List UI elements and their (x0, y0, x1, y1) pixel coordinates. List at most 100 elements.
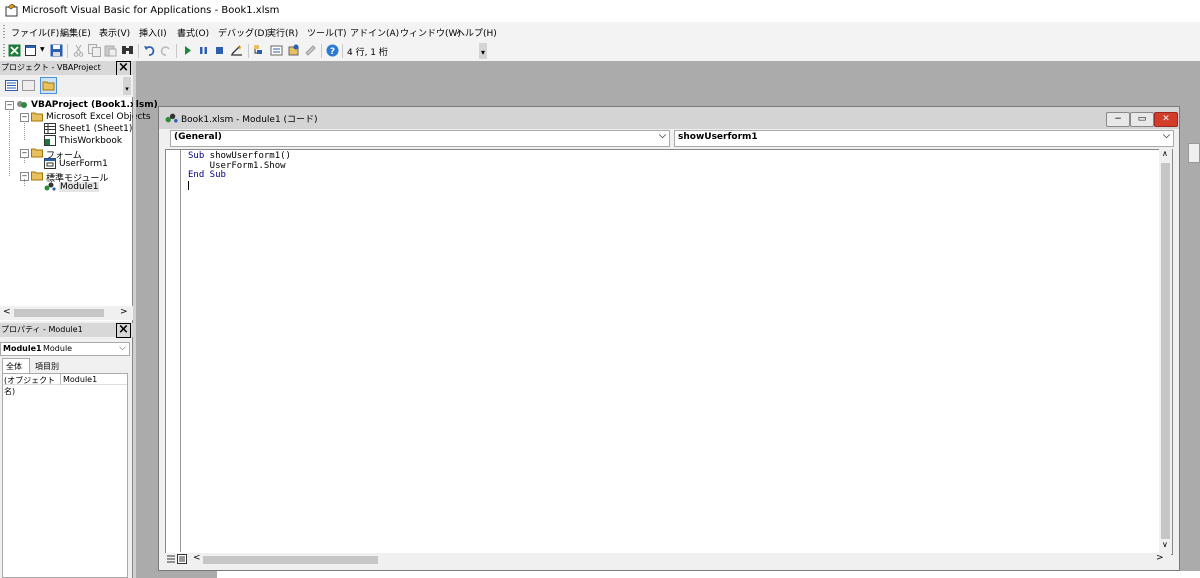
close-button[interactable]: ✕ (1154, 112, 1178, 127)
menu-addins[interactable]: アドイン(A) (350, 26, 399, 39)
help-icon[interactable]: ? (326, 44, 339, 57)
tree-connector (24, 121, 25, 140)
tab-category[interactable]: 項目別 (32, 360, 66, 373)
design-mode-icon[interactable] (230, 44, 243, 57)
userform-icon (44, 158, 56, 169)
close-icon[interactable]: × (116, 323, 131, 338)
cut-icon[interactable] (72, 44, 85, 57)
scroll-thumb[interactable] (203, 556, 378, 564)
menu-insert[interactable]: 挿入(I) (139, 26, 167, 39)
scroll-thumb[interactable] (1161, 163, 1170, 539)
procedure-combo[interactable]: showUserform1 ⌵ (674, 130, 1174, 147)
find-icon[interactable] (121, 44, 134, 57)
project-explorer-icon[interactable] (253, 44, 266, 57)
procedure-view-icon[interactable] (166, 554, 176, 564)
toolbox-icon[interactable] (304, 44, 317, 57)
scroll-thumb[interactable] (14, 309, 104, 317)
tab-all[interactable]: 全体 (2, 358, 30, 373)
scroll-right-icon[interactable]: > (120, 307, 128, 317)
properties-window: プロパティ - Module1 × Module1 Module ⌵ 全体 項目… (0, 321, 133, 578)
excel-view-icon[interactable] (8, 44, 21, 57)
view-code-icon[interactable] (5, 79, 18, 92)
object-selector[interactable]: Module1 Module ⌵ (0, 342, 130, 356)
code-vscrollbar[interactable]: ∧ ∨ (1159, 149, 1172, 553)
menu-help[interactable]: ヘルプ(H) (456, 26, 497, 39)
tree-root-label[interactable]: VBAProject (Book1.xlsm) (31, 100, 158, 110)
code-editor[interactable]: Sub showUserform1() UserForm1.Show End S… (165, 149, 1173, 555)
properties-title: プロパティ - Module1 (1, 325, 83, 334)
standard-toolbar: ▼ ? 4 行, 1 桁 ▾ (0, 41, 488, 61)
svg-text:?: ? (330, 47, 335, 57)
menu-run[interactable]: 実行(R) (267, 26, 298, 39)
toggle-folders-icon[interactable] (40, 77, 57, 94)
chevron-down-icon[interactable]: ⌵ (1163, 131, 1170, 141)
code-hscrollbar[interactable]: < > (165, 553, 1171, 566)
property-value: Module1 (63, 375, 98, 384)
restore-button[interactable]: ▭ (1130, 112, 1154, 127)
save-icon[interactable] (50, 44, 63, 57)
vba-project-icon (17, 101, 27, 108)
folder-icon (31, 148, 43, 158)
project-explorer-header: プロジェクト - VBAProject × (0, 61, 133, 76)
chevron-down-icon[interactable]: ⌵ (119, 343, 126, 353)
insert-userform-icon[interactable] (25, 44, 38, 57)
menu-grip-icon[interactable] (3, 25, 5, 38)
tree-connector (9, 109, 10, 176)
toolbar-separator (248, 44, 249, 58)
object-combo[interactable]: (General) ⌵ (170, 130, 670, 147)
menu-debug[interactable]: デバッグ(D) (218, 26, 268, 39)
tree-connector (24, 157, 25, 163)
text-cursor (188, 181, 189, 190)
scroll-left-icon[interactable]: < (3, 307, 11, 317)
project-hscrollbar[interactable]: < > (0, 306, 133, 320)
menu-window[interactable]: ウィンドウ(W) (400, 26, 461, 39)
scroll-down-icon[interactable]: ∨ (1162, 540, 1168, 549)
code-window-title: Book1.xlsm - Module1 (コード) (181, 115, 318, 125)
tree-connector (24, 179, 25, 186)
project-explorer: プロジェクト - VBAProject × ▾ − VBAProject (Bo… (0, 61, 158, 321)
toolbar-options-icon[interactable]: ▾ (479, 43, 487, 59)
full-module-view-icon[interactable] (177, 554, 187, 564)
toolbar-grip-icon[interactable] (3, 44, 5, 58)
menu-view[interactable]: 表示(V) (99, 26, 130, 39)
chevron-down-icon[interactable]: ⌵ (659, 131, 666, 141)
undo-icon[interactable] (143, 44, 156, 57)
scroll-up-icon[interactable]: ∧ (1162, 149, 1168, 158)
minimize-button[interactable]: − (1106, 112, 1130, 127)
menu-tools[interactable]: ツール(T) (307, 26, 347, 39)
break-icon[interactable] (197, 44, 210, 57)
copy-icon[interactable] (88, 44, 101, 57)
module-icon (165, 113, 178, 123)
redo-icon[interactable] (159, 44, 172, 57)
properties-window-icon[interactable] (270, 44, 283, 57)
pane-splitter[interactable] (133, 61, 136, 578)
paste-icon[interactable] (104, 44, 117, 57)
scroll-right-icon[interactable]: > (1156, 553, 1164, 563)
property-value-cell[interactable]: Module1 (61, 374, 127, 385)
tab-category-label: 項目別 (35, 362, 59, 371)
toolbar-options-icon[interactable]: ▾ (123, 77, 131, 95)
indicator-margin[interactable] (166, 150, 181, 552)
view-object-icon[interactable] (22, 79, 35, 92)
tree-module1[interactable]: Module1 (59, 182, 100, 192)
menu-file[interactable]: ファイル(F) (11, 26, 59, 39)
reset-icon[interactable] (213, 44, 226, 57)
tree-userform1[interactable]: UserForm1 (59, 159, 108, 169)
close-icon[interactable]: × (116, 61, 131, 76)
project-explorer-title: プロジェクト - VBAProject (1, 63, 101, 72)
dropdown-arrow-icon[interactable]: ▼ (40, 46, 45, 53)
procedure-combo-value: showUserform1 (678, 132, 758, 142)
module-icon (44, 182, 56, 191)
code-window: Book1.xlsm - Module1 (コード) − ▭ ✕ (Genera… (158, 106, 1180, 571)
tree-thisworkbook[interactable]: ThisWorkbook (59, 136, 122, 146)
scroll-left-icon[interactable]: < (193, 553, 201, 563)
tree-sheet1[interactable]: Sheet1 (Sheet1) (59, 124, 132, 134)
menu-edit[interactable]: 編集(E) (60, 26, 91, 39)
object-combo-value: (General) (174, 132, 222, 142)
run-icon[interactable] (181, 44, 194, 57)
property-name-cell[interactable]: (オブジェクト名) (3, 374, 61, 396)
object-browser-icon[interactable] (287, 44, 300, 57)
code-line-3[interactable]: End Sub (188, 170, 226, 181)
toolbar-separator (176, 44, 177, 58)
menu-format[interactable]: 書式(O) (177, 26, 209, 39)
